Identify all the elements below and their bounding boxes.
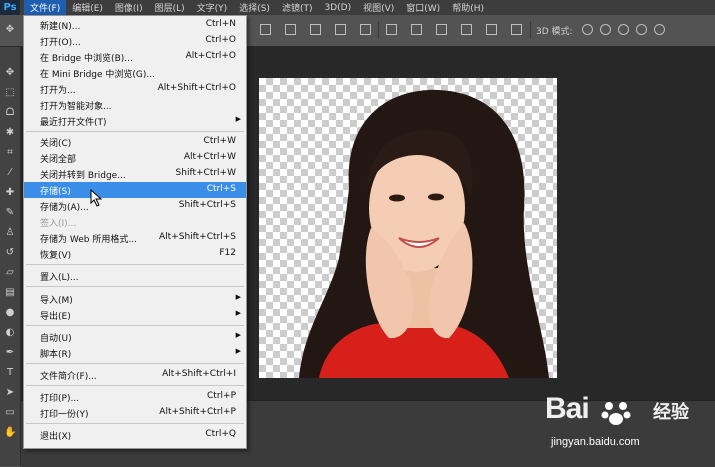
menu-item-revert[interactable]: 恢复(V) F12	[24, 246, 246, 262]
menu-bar: Ps 文件(F) 编辑(E) 图像(I) 图层(L) 文字(Y) 选择(S) 滤…	[0, 0, 715, 15]
3d-slide-icon[interactable]	[636, 24, 647, 35]
align-left-icon[interactable]	[335, 24, 346, 35]
menu-item-save-for-web[interactable]: 存储为 Web 所用格式... Alt+Shift+Ctrl+S	[24, 230, 246, 246]
3d-roll-icon[interactable]	[600, 24, 611, 35]
photoshop-logo: Ps	[0, 0, 20, 15]
subject-image	[299, 89, 549, 378]
submenu-arrow-icon: ▶	[235, 293, 241, 301]
menu-layer[interactable]: 图层(L)	[149, 0, 191, 15]
marquee-icon[interactable]: ⬚	[4, 87, 16, 99]
menu-item-open-smart-object[interactable]: 打开为智能对象...	[24, 97, 246, 113]
divider	[378, 21, 379, 39]
blur-icon[interactable]: ●	[4, 307, 16, 319]
crop-icon[interactable]: ⌗	[4, 147, 16, 159]
menu-image[interactable]: 图像(I)	[109, 0, 149, 15]
menu-separator	[26, 363, 244, 364]
align-top-icon[interactable]	[260, 24, 271, 35]
file-menu-dropdown: 新建(N)... Ctrl+N 打开(O)... Ctrl+O 在 Bridge 中…	[23, 15, 247, 449]
menu-separator	[26, 423, 244, 424]
clone-stamp-icon[interactable]: ♙	[4, 227, 16, 239]
shape-icon[interactable]: ▭	[4, 407, 16, 419]
watermark-brand-cn: 经验	[653, 402, 689, 423]
lasso-icon[interactable]: ᗝ	[4, 107, 16, 119]
menu-separator	[26, 264, 244, 265]
menu-item-scripts[interactable]: 脚本(R) ▶	[24, 345, 246, 361]
watermark-brand: Bai	[545, 392, 590, 425]
menu-item-check-in: 签入(I)...	[40, 219, 77, 229]
distribute-vcenter-icon[interactable]	[411, 24, 422, 35]
menu-item-automate[interactable]: 自动(U) ▶	[24, 329, 246, 345]
eraser-icon[interactable]: ▱	[4, 267, 16, 279]
tools-panel: ✥ ⬚ ᗝ ✱ ⌗ ⁄ ✚ ✎ ♙ ↺ ▱ ▤ ● ◐ ✒ T ➤ ▭ ✋	[0, 47, 21, 466]
submenu-arrow-icon: ▶	[235, 347, 241, 355]
distribute-right-icon[interactable]	[511, 24, 522, 35]
menu-item-close[interactable]: 关闭(C) Ctrl+W	[24, 134, 246, 150]
menu-item-close-all[interactable]: 关闭全部 Alt+Ctrl+W	[24, 150, 246, 166]
menu-item-print-one-copy[interactable]: 打印一份(Y) Alt+Shift+Ctrl+P	[24, 405, 246, 421]
move-tool-icon[interactable]: ✥	[4, 24, 16, 36]
move-icon[interactable]: ✥	[4, 67, 16, 79]
submenu-arrow-icon: ▶	[235, 331, 241, 339]
distribute-left-icon[interactable]	[461, 24, 472, 35]
baidu-jingyan-watermark: Bai 经验 jingyan.baidu.com	[545, 392, 713, 456]
menu-file[interactable]: 文件(F)	[24, 0, 67, 15]
menu-window[interactable]: 窗口(W)	[400, 0, 446, 15]
menu-item-recent-files[interactable]: 最近打开文件(T) ▶	[24, 113, 246, 129]
distribute-hcenter-icon[interactable]	[486, 24, 497, 35]
menu-view[interactable]: 视图(V)	[357, 0, 400, 15]
submenu-arrow-icon: ▶	[235, 309, 241, 317]
menu-separator	[26, 325, 244, 326]
type-icon[interactable]: T	[4, 367, 16, 379]
menu-help[interactable]: 帮助(H)	[446, 0, 490, 15]
menu-type[interactable]: 文字(Y)	[191, 0, 234, 15]
menu-item-save[interactable]: 存储(S) Ctrl+S	[24, 182, 246, 198]
healing-brush-icon[interactable]: ✚	[4, 187, 16, 199]
hand-icon[interactable]: ✋	[4, 427, 16, 439]
menu-separator	[26, 286, 244, 287]
magic-wand-icon[interactable]: ✱	[4, 127, 16, 139]
3d-pan-icon[interactable]	[618, 24, 629, 35]
menu-item-new[interactable]: 新建(N)... Ctrl+N	[24, 17, 246, 33]
path-select-icon[interactable]: ➤	[4, 387, 16, 399]
menu-select[interactable]: 选择(S)	[233, 0, 276, 15]
menu-item-browse-bridge[interactable]: 在 Bridge 中浏览(B)... Alt+Ctrl+O	[24, 49, 246, 65]
menu-item-print[interactable]: 打印(P)... Ctrl+P	[24, 389, 246, 405]
distribute-bottom-icon[interactable]	[436, 24, 447, 35]
submenu-arrow-icon: ▶	[235, 115, 241, 123]
menu-3d[interactable]: 3D(D)	[318, 0, 357, 15]
image-canvas[interactable]	[259, 78, 557, 378]
divider	[530, 21, 531, 39]
paw-icon	[601, 402, 631, 425]
brush-icon[interactable]: ✎	[4, 207, 16, 219]
watermark-url: jingyan.baidu.com	[551, 436, 640, 448]
dodge-icon[interactable]: ◐	[4, 327, 16, 339]
3d-rotate-icon[interactable]	[582, 24, 593, 35]
menu-separator	[26, 385, 244, 386]
menu-item-import[interactable]: 导入(M) ▶	[24, 291, 246, 307]
align-hcenter-icon[interactable]	[360, 24, 371, 35]
align-vcenter-icon[interactable]	[285, 24, 296, 35]
menu-item-open[interactable]: 打开(O)... Ctrl+O	[24, 33, 246, 49]
history-brush-icon[interactable]: ↺	[4, 247, 16, 259]
mouse-cursor-icon	[90, 189, 103, 207]
pen-icon[interactable]: ✒	[4, 347, 16, 359]
menu-edit[interactable]: 编辑(E)	[66, 0, 109, 15]
menu-item-close-go-bridge[interactable]: 关闭并转到 Bridge... Shift+Ctrl+W	[24, 166, 246, 182]
eyedropper-icon[interactable]: ⁄	[4, 167, 16, 179]
distribute-top-icon[interactable]	[386, 24, 397, 35]
align-bottom-icon[interactable]	[310, 24, 321, 35]
menu-item-export[interactable]: 导出(E) ▶	[24, 307, 246, 323]
menu-item-open-as[interactable]: 打开为... Alt+Shift+Ctrl+O	[24, 81, 246, 97]
menu-item-exit[interactable]: 退出(X) Ctrl+Q	[24, 427, 246, 443]
3d-mode-label: 3D 模式:	[536, 27, 573, 37]
menu-item-file-info[interactable]: 文件简介(F)... Alt+Shift+Ctrl+I	[24, 367, 246, 383]
menu-separator	[26, 131, 244, 132]
menu-item-browse-mini-bridge[interactable]: 在 Mini Bridge 中浏览(G)...	[24, 65, 246, 81]
menu-item-save-as[interactable]: 存储为(A)... Shift+Ctrl+S	[24, 198, 246, 214]
3d-scale-icon[interactable]	[654, 24, 665, 35]
gradient-icon[interactable]: ▤	[4, 287, 16, 299]
menu-filter[interactable]: 滤镜(T)	[276, 0, 319, 15]
menu-item-place[interactable]: 置入(L)...	[24, 268, 246, 284]
